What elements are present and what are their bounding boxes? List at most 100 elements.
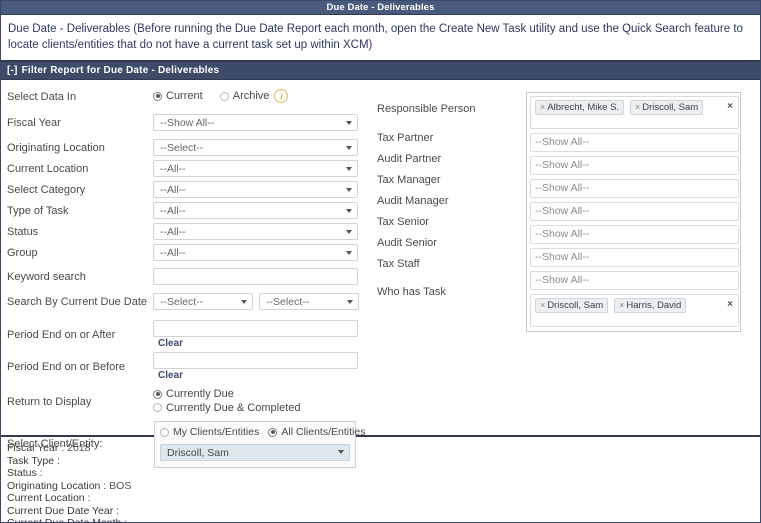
label-originating-location: Originating Location [7,141,105,154]
select-type-of-task[interactable]: --All-- [153,202,358,219]
tag-chip[interactable]: × Albrecht, Mike S. [535,100,625,115]
row-search-by-due-date: Search By Current Due Date --Select-- --… [1,291,371,312]
field-originating-location: --Select-- [153,139,371,156]
tag-remove-icon[interactable]: × [540,102,545,112]
tag-label: Driscoll, Sam [547,300,604,311]
label-type-of-task: Type of Task [7,204,69,217]
filter-left-column: Select Data In Current Archive i Fiscal … [1,86,371,468]
info-icon[interactable]: i [274,89,289,104]
clear-period-end-before-link[interactable]: Clear [158,370,183,381]
radio-my-clients-label: My Clients/Entities [173,426,260,438]
summary-value: BOS [109,479,132,492]
chevron-down-icon [338,450,344,454]
select-fiscal-year[interactable]: --Show All-- [153,114,358,131]
chevron-down-icon [347,299,354,304]
multiselect-audit-partner-value: --Show All-- [535,159,590,171]
select-client-entity[interactable]: Driscoll, Sam [160,443,350,461]
select-status[interactable]: --All-- [153,223,358,240]
radio-all-clients-dot[interactable] [268,427,278,437]
label-keyword-search: Keyword search [7,270,86,283]
filter-section-title: Filter Report for Due Date - Deliverable… [21,65,220,76]
multiselect-tax-senior[interactable]: --Show All-- [530,225,739,244]
row-keyword-search: Keyword search [1,266,371,287]
collapse-toggle[interactable]: [-] [7,65,18,76]
row-group: Group --All-- [1,242,371,263]
clear-period-end-after-link[interactable]: Clear [158,338,183,349]
multiselect-tax-manager[interactable]: --Show All-- [530,179,739,198]
field-search-by-due-date: --Select-- --Select-- [153,293,371,310]
chevron-down-icon [346,187,352,192]
tag-remove-icon[interactable]: × [540,300,545,310]
radio-my-clients-dot[interactable] [160,427,169,437]
tag-chip[interactable]: × Harris, David [614,298,687,313]
tag-remove-icon[interactable]: × [619,300,624,310]
radio-currently-due-dot[interactable] [153,389,162,399]
search-input[interactable] [153,268,358,285]
chevron-down-icon [241,299,247,304]
label-audit-senior: Audit Senior [377,237,437,249]
tag-chip[interactable]: × Driscoll, Sam [535,298,609,313]
multiselect-responsible-person[interactable]: × Albrecht, Mike S. × Driscoll, Sam × [530,96,739,129]
label-search-by-due-date: Search By Current Due Date [7,295,148,308]
radio-currently-due-completed-dot[interactable] [153,403,162,412]
multiselect-tax-partner[interactable]: --Show All-- [530,133,739,152]
radio-archive[interactable]: Archive i [219,89,289,104]
label-return-to-display: Return to Display [7,395,92,408]
field-select-category: --All-- [153,181,371,198]
label-audit-manager: Audit Manager [377,195,449,207]
summary-row: Current Due Date Year : [7,505,760,518]
select-due-date-second[interactable]: --Select-- [259,293,360,310]
clear-responsible-person-icon[interactable]: × [727,100,733,113]
period-end-before-input[interactable] [153,352,358,369]
field-return-to-display: Currently Due Currently Due & Completed [153,388,371,415]
tag-chip[interactable]: × Driscoll, Sam [630,100,704,115]
radio-archive-dot[interactable] [219,91,229,101]
chevron-down-icon [346,145,352,150]
label-tax-senior: Tax Senior [377,216,429,228]
client-entity-radios: My Clients/Entities All Clients/Entities [160,426,365,440]
multiselect-tax-staff[interactable]: --Show All-- [530,271,739,290]
label-status: Status [7,225,39,238]
multiselect-audit-senior[interactable]: --Show All-- [530,248,739,267]
tag-label: Harris, David [626,300,682,311]
row-period-end-after: Period End on or After Clear [1,320,371,349]
select-category[interactable]: --All-- [153,181,358,198]
multiselect-who-has-task[interactable]: × Driscoll, Sam × Harris, David × [530,294,739,327]
multiselect-audit-partner[interactable]: --Show All-- [530,156,739,175]
select-due-date-second-value: --Select-- [266,296,310,308]
row-fiscal-year: Fiscal Year --Show All-- [1,112,371,133]
chevron-down-icon [346,208,352,213]
summary-label: Current Due Date Year : [7,504,120,517]
chevron-down-icon [346,250,352,255]
row-status: Status --All-- [1,221,371,242]
radio-currently-due[interactable]: Currently Due [153,388,234,400]
select-due-date-first[interactable]: --Select-- [153,293,253,310]
radio-all-clients[interactable]: All Clients/Entities [268,426,365,438]
select-originating-location[interactable]: --Select-- [153,139,358,156]
clear-who-has-task-icon[interactable]: × [727,298,733,311]
multiselect-tax-manager-value: --Show All-- [535,182,590,194]
row-select-category: Select Category --All-- [1,179,371,200]
radio-currently-due-completed[interactable]: Currently Due & Completed [153,402,301,414]
label-select-category: Select Category [7,183,86,196]
row-period-end-before: Period End on or Before Clear [1,352,371,381]
select-due-date-first-value: --Select-- [160,296,204,308]
multiselect-audit-manager[interactable]: --Show All-- [530,202,739,221]
select-fiscal-year-value: --Show All-- [160,117,215,129]
select-current-location[interactable]: --All-- [153,160,358,177]
select-group[interactable]: --All-- [153,244,358,261]
multiselect-tax-senior-value: --Show All-- [535,228,590,240]
select-category-value: --All-- [160,184,186,196]
radio-current[interactable]: Current [153,90,203,102]
radio-current-dot[interactable] [153,91,162,101]
radio-my-clients[interactable]: My Clients/Entities [160,426,259,438]
row-type-of-task: Type of Task --All-- [1,200,371,221]
label-responsible-person: Responsible Person [377,103,476,115]
multiselect-tax-staff-value: --Show All-- [535,274,590,286]
page-title: Due Date - Deliverables (Before running … [1,15,760,62]
period-end-after-input[interactable] [153,320,358,337]
filter-section-header[interactable]: [-] Filter Report for Due Date - Delivera… [1,62,760,80]
tag-remove-icon[interactable]: × [635,102,640,112]
label-tax-staff: Tax Staff [377,258,420,270]
radio-archive-label: Archive [232,90,270,103]
